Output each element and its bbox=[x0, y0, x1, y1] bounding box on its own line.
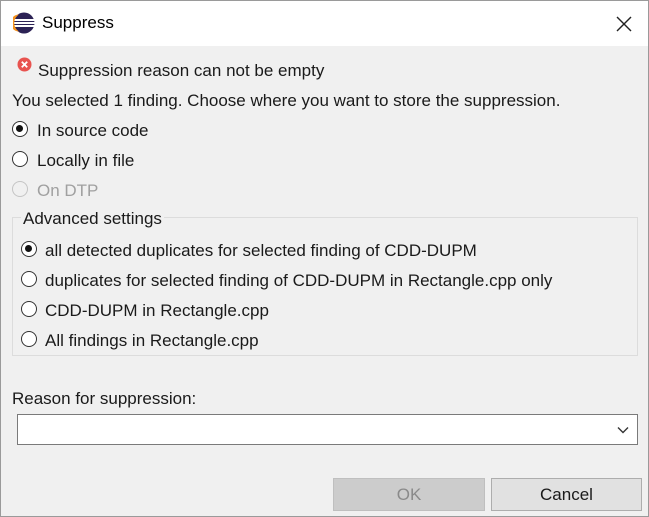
locally-in-file-label[interactable]: Locally in file bbox=[37, 151, 134, 171]
title-bar: Suppress bbox=[1, 1, 648, 46]
in-source-code-label[interactable]: In source code bbox=[37, 121, 149, 141]
error-message: Suppression reason can not be empty bbox=[38, 61, 325, 80]
chevron-down-icon[interactable] bbox=[617, 424, 629, 436]
suppress-dialog: Suppress Suppression reason can not be e… bbox=[0, 0, 649, 517]
reason-label: Reason for suppression: bbox=[12, 389, 197, 408]
on-dtp-radio bbox=[12, 181, 28, 197]
rule-in-file-radio[interactable] bbox=[21, 301, 37, 317]
selection-info: You selected 1 finding. Choose where you… bbox=[12, 91, 561, 110]
all-duplicates-radio[interactable] bbox=[21, 241, 37, 257]
ok-button[interactable]: OK bbox=[333, 478, 485, 511]
locally-in-file-radio[interactable] bbox=[12, 151, 28, 167]
duplicates-in-file-radio[interactable] bbox=[21, 271, 37, 287]
rule-in-file-label[interactable]: CDD-DUPM in Rectangle.cpp bbox=[45, 301, 269, 321]
duplicates-in-file-label[interactable]: duplicates for selected finding of CDD-D… bbox=[45, 271, 552, 291]
reason-combo[interactable] bbox=[17, 414, 638, 445]
all-duplicates-label[interactable]: all detected duplicates for selected fin… bbox=[45, 241, 477, 261]
window-title: Suppress bbox=[42, 13, 114, 32]
in-source-code-radio[interactable] bbox=[12, 121, 28, 137]
all-findings-in-file-radio[interactable] bbox=[21, 331, 37, 347]
error-icon bbox=[17, 57, 32, 72]
advanced-settings-title: Advanced settings bbox=[21, 209, 164, 229]
on-dtp-label: On DTP bbox=[37, 181, 99, 200]
cancel-button[interactable]: Cancel bbox=[491, 478, 642, 511]
all-findings-in-file-label[interactable]: All findings in Rectangle.cpp bbox=[45, 331, 259, 351]
close-icon[interactable] bbox=[607, 7, 641, 41]
eclipse-icon bbox=[13, 12, 35, 34]
